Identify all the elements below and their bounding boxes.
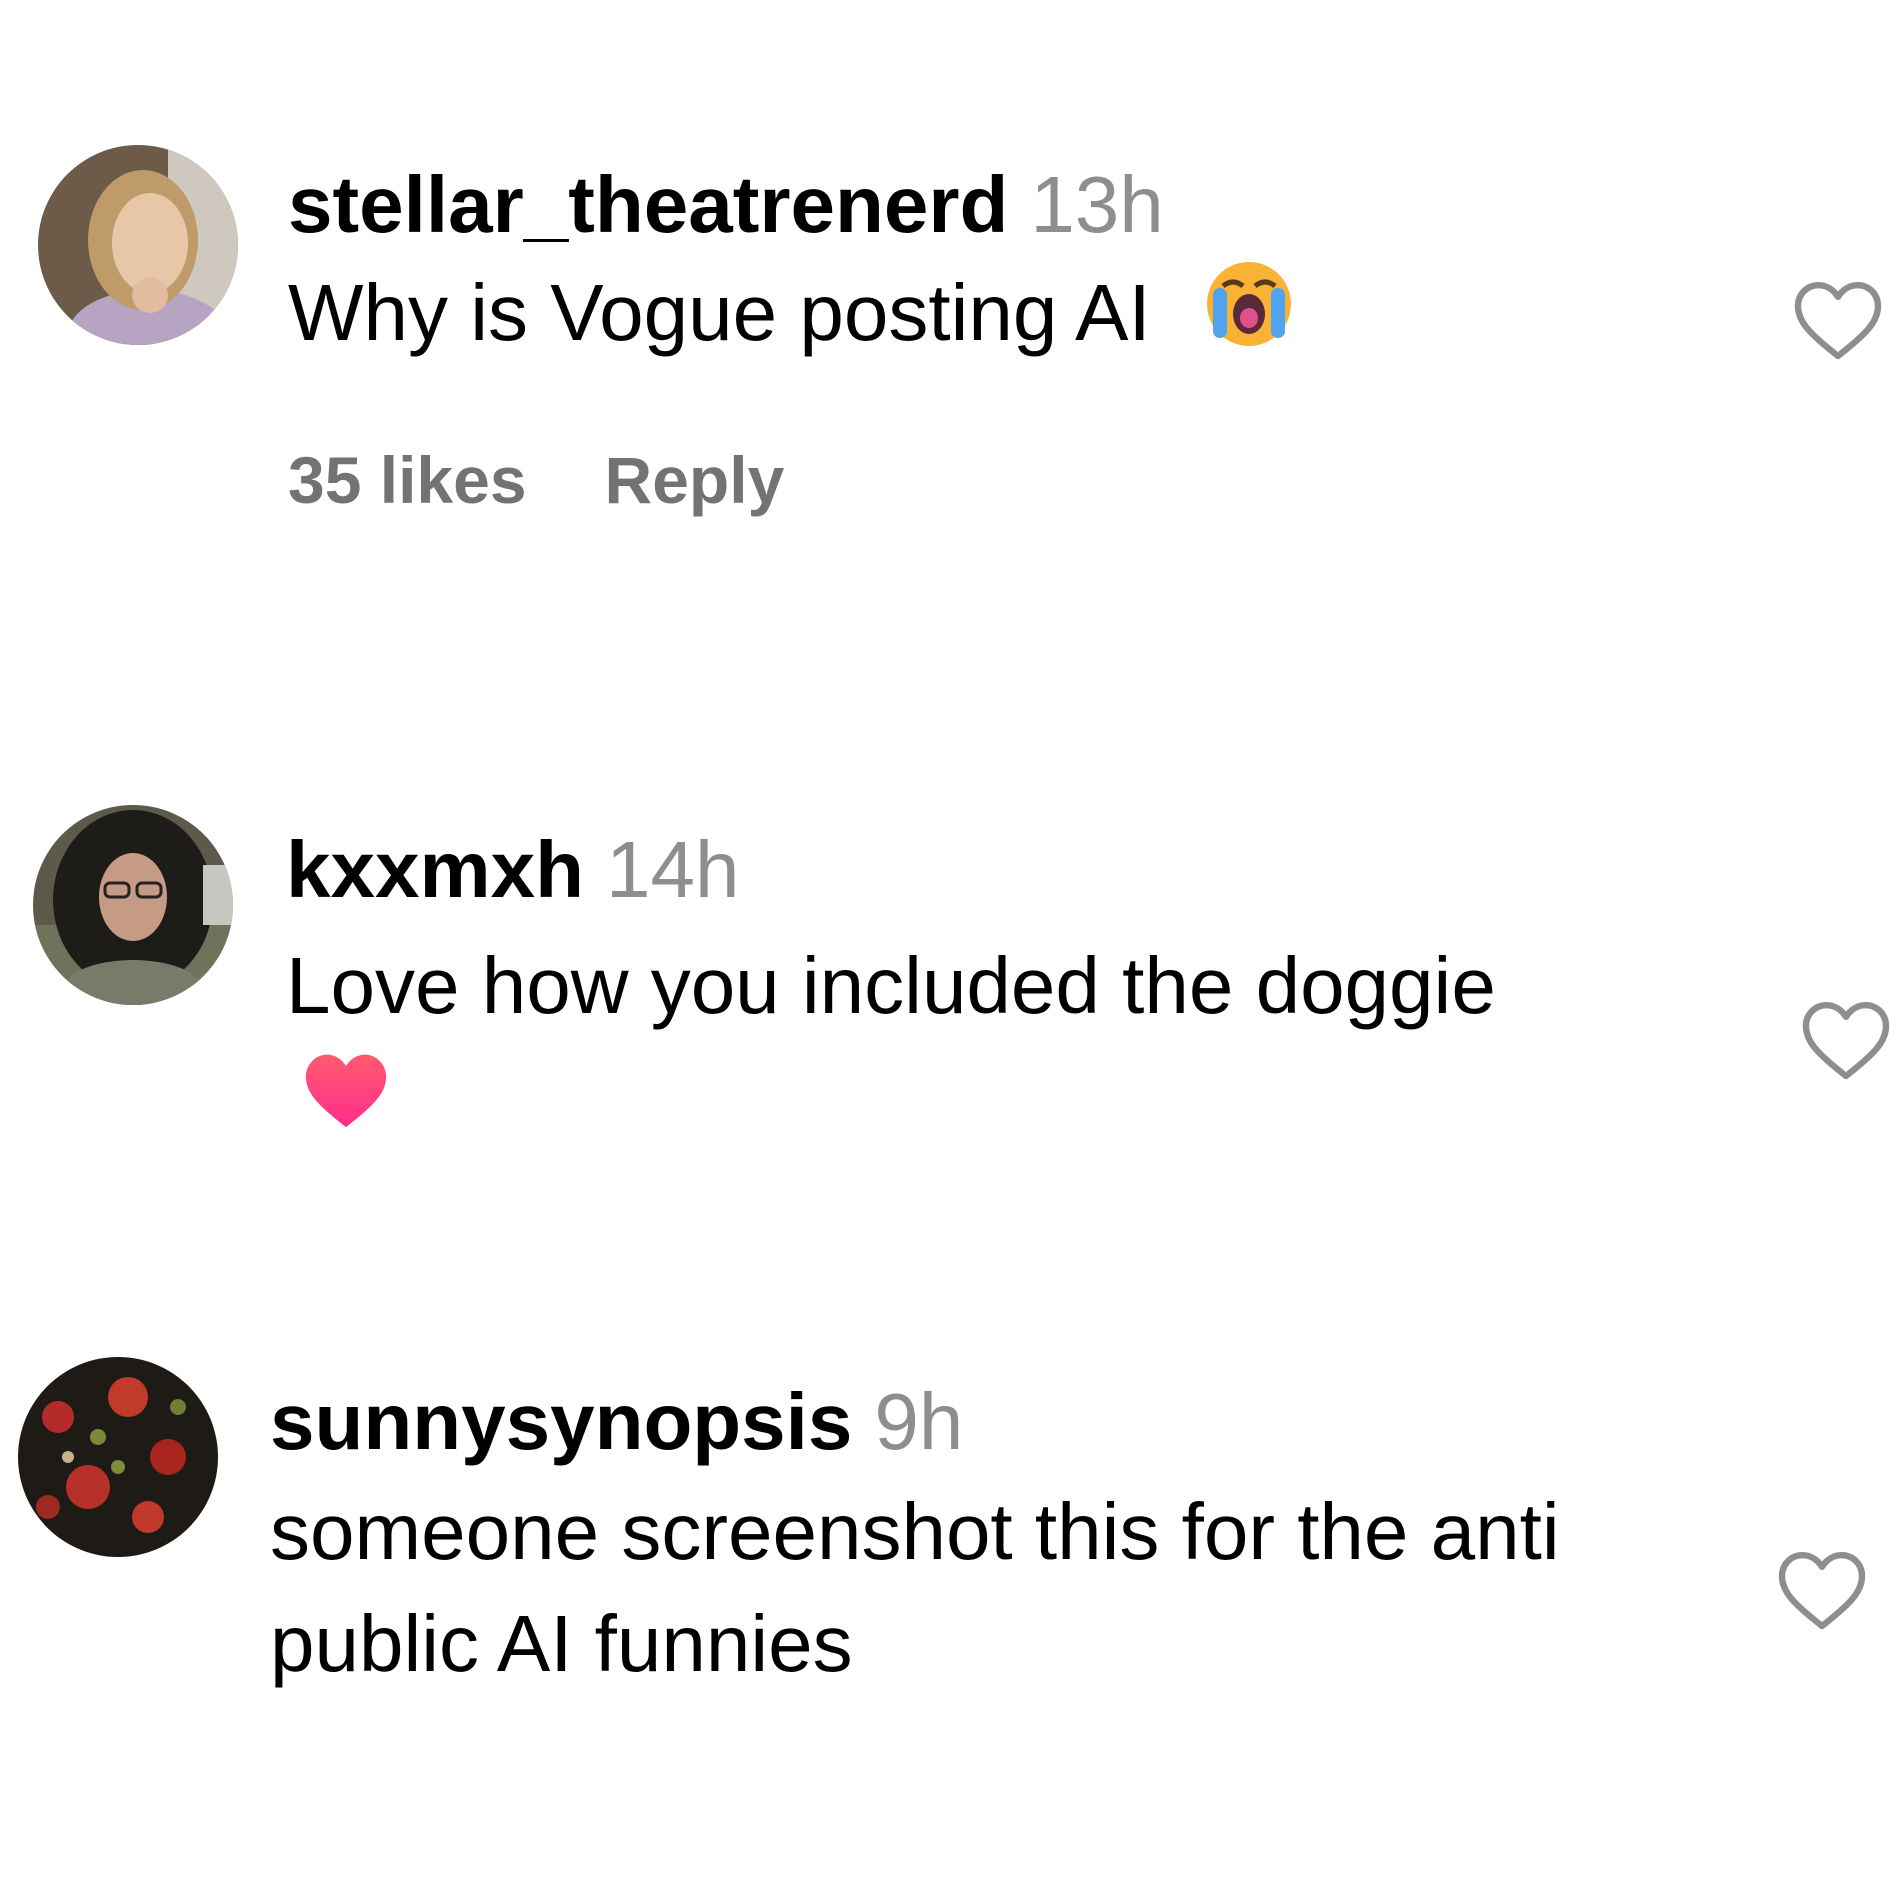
comment-actions: 35 likes Reply: [288, 435, 1768, 525]
comment-emoji-line: [286, 1042, 1766, 1160]
loudly-crying-face-icon: [1203, 258, 1295, 379]
username[interactable]: kxxmxh: [286, 825, 584, 914]
comment-body: sunnysynopsis 9h someone screenshot this …: [270, 1372, 1750, 1700]
comment-text: Why is Vogue posting AI: [288, 257, 1768, 379]
heart-outline-icon[interactable]: [1774, 1542, 1870, 1638]
avatar[interactable]: [38, 145, 238, 345]
comment-text-line: someone screenshot this for the anti: [270, 1487, 1560, 1576]
likes-count[interactable]: 35 likes: [288, 443, 527, 517]
username[interactable]: sunnysynopsis: [270, 1377, 852, 1466]
heart-outline-icon[interactable]: [1790, 272, 1886, 368]
comment-body: stellar_theatrenerd 13h Why is Vogue post…: [288, 155, 1768, 525]
comment-text: Love how you included the doggie: [286, 930, 1766, 1160]
avatar[interactable]: [18, 1357, 218, 1557]
reply-button[interactable]: Reply: [605, 443, 785, 517]
comment-header: sunnysynopsis 9h: [270, 1372, 1750, 1472]
username[interactable]: stellar_theatrenerd: [288, 160, 1008, 249]
timestamp[interactable]: 9h: [874, 1377, 963, 1466]
comment-header: stellar_theatrenerd 13h: [288, 155, 1768, 255]
comment-text-line: public AI funnies: [270, 1599, 853, 1688]
avatar[interactable]: [33, 805, 233, 1005]
comment-text: someone screenshot this for the anti pub…: [270, 1476, 1750, 1700]
comment-text-content: Love how you included the doggie: [286, 941, 1496, 1030]
comment-body: kxxmxh 14h Love how you included the dogg…: [286, 820, 1766, 1160]
timestamp[interactable]: 13h: [1030, 160, 1163, 249]
comment-text-content: Why is Vogue posting AI: [288, 268, 1151, 357]
heart-outline-icon[interactable]: [1798, 992, 1894, 1088]
comment-header: kxxmxh 14h: [286, 820, 1766, 920]
timestamp[interactable]: 14h: [606, 825, 739, 914]
red-heart-icon: [300, 1047, 392, 1160]
